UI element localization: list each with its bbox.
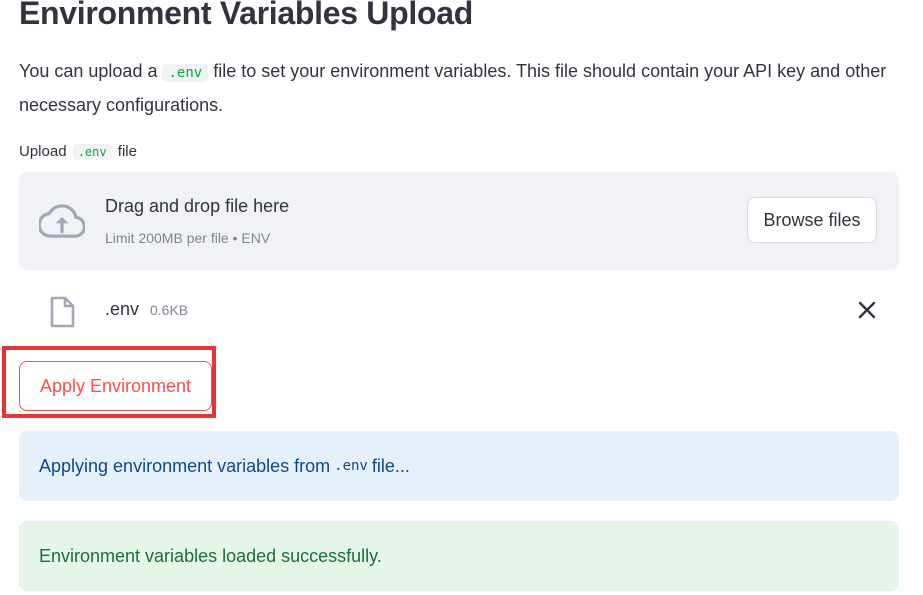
file-name: .env: [105, 299, 140, 319]
info-alert-before: Applying environment variables from: [39, 455, 331, 476]
file-icon: [50, 296, 75, 328]
app-page: Environment Variables Upload You can upl…: [0, 0, 923, 595]
apply-environment-button[interactable]: Apply Environment: [19, 361, 212, 411]
dropzone-limit-text: Limit 200MB per file • ENV: [105, 230, 271, 246]
browse-files-button[interactable]: Browse files: [747, 197, 877, 243]
intro-text: You can upload a .env file to set your e…: [19, 55, 899, 121]
upload-label-after: file: [113, 143, 137, 160]
cloud-upload-icon: [39, 204, 85, 238]
intro-text-before: You can upload a: [19, 61, 163, 81]
uploaded-file-row: .env 0.6KB: [19, 288, 899, 332]
upload-label-code: .env: [72, 144, 112, 160]
intro-env-code: .env: [162, 64, 209, 82]
file-uploader-label: Upload .env file: [19, 140, 137, 164]
file-size: 0.6KB: [150, 302, 189, 318]
success-alert-text: Environment variables loaded successfull…: [39, 545, 382, 566]
info-alert-code: .env: [334, 458, 368, 474]
info-alert: Applying environment variables from .env…: [19, 431, 899, 501]
success-alert: Environment variables loaded successfull…: [19, 521, 899, 591]
file-dropzone[interactable]: Drag and drop file here Limit 200MB per …: [19, 172, 899, 270]
upload-label-before: Upload: [19, 143, 71, 160]
close-icon[interactable]: [855, 298, 879, 322]
info-alert-after: file...: [371, 455, 410, 476]
dropzone-title: Drag and drop file here: [105, 196, 290, 216]
page-title: Environment Variables Upload: [19, 0, 473, 31]
